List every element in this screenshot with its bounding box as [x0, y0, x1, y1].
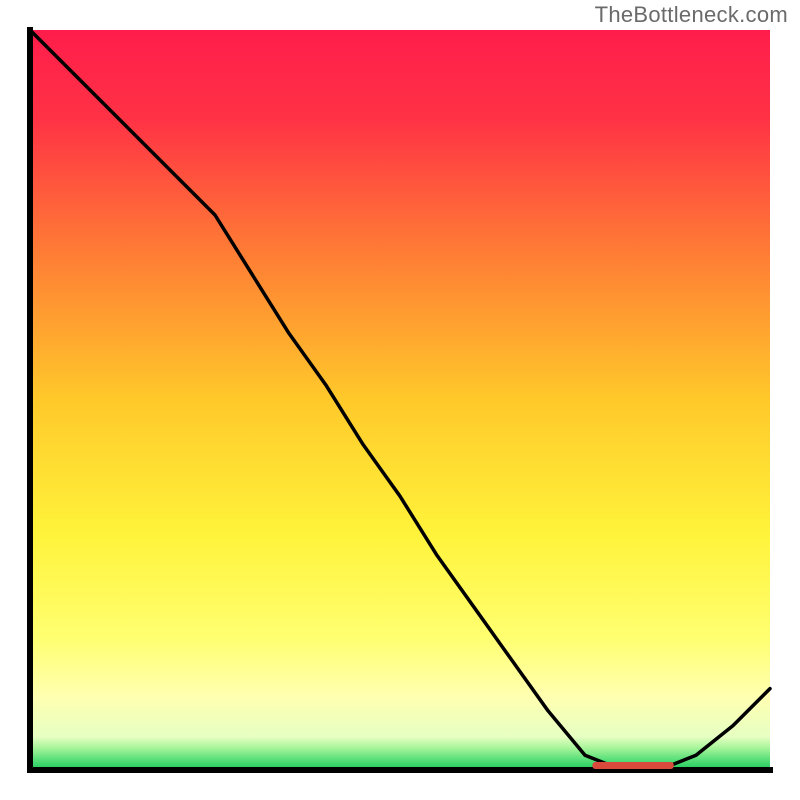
chart-container: { "watermark": "TheBottleneck.com", "cha… [0, 0, 800, 800]
sweet-spot-marker [592, 762, 673, 769]
bottleneck-chart [0, 0, 800, 800]
